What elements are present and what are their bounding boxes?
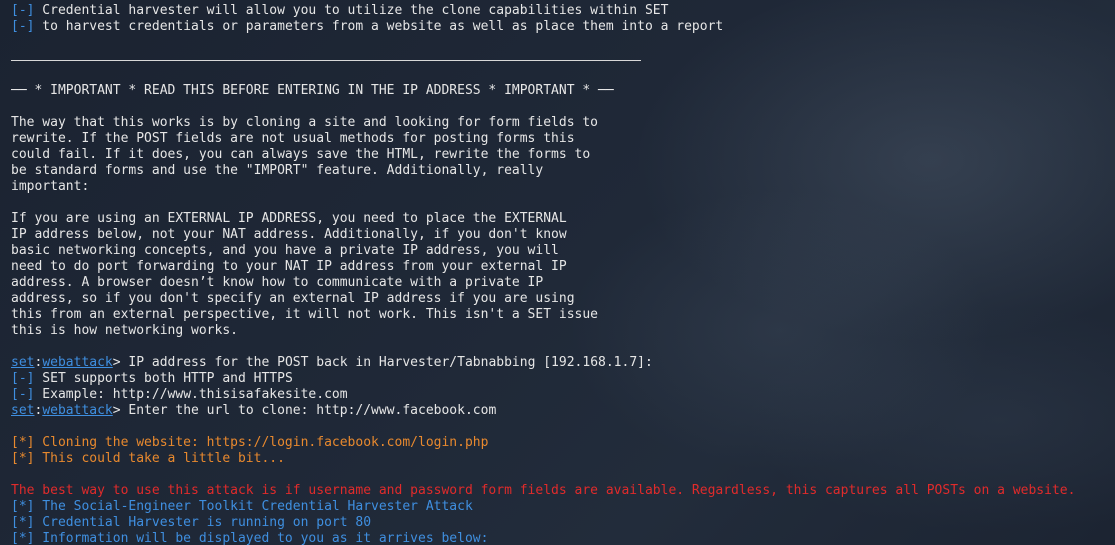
paragraph-2-line: If you are using an EXTERNAL IP ADDRESS,…	[11, 211, 567, 226]
paragraph-1-line: could fail. If it does, you can always s…	[11, 147, 591, 162]
terminal-window[interactable]: [-] Credential harvester will allow you …	[11, 3, 1111, 545]
paragraph-2-line: basic networking concepts, and you have …	[11, 243, 559, 258]
divider	[11, 51, 1111, 67]
paragraph-1-line: important:	[11, 179, 90, 194]
paragraph-2-line: need to do port forwarding to your NAT I…	[11, 259, 567, 274]
intro-text: Credential harvester will allow you to u…	[34, 3, 669, 18]
prompt-url-clone: set:webattack> Enter the url to clone: h…	[11, 403, 1111, 419]
harvester-status-line: [*] The Social-Engineer Toolkit Credenti…	[11, 499, 473, 514]
cloning-status-line: [*] Cloning the website: https://login.f…	[11, 435, 489, 450]
paragraph-1-line: rewrite. If the POST fields are not usua…	[11, 131, 575, 146]
harvester-status-line: [*] Credential Harvester is running on p…	[11, 515, 372, 530]
paragraph-2-line: address. A browser doesn’t know how to c…	[11, 275, 544, 290]
info-marker: [-]	[11, 3, 35, 18]
paragraph-2-line: IP address below, not your NAT address. …	[11, 227, 567, 242]
paragraph-1-line: The way that this works is by cloning a …	[11, 115, 598, 130]
important-banner: ── * IMPORTANT * READ THIS BEFORE ENTERI…	[11, 83, 614, 98]
paragraph-2-line: this is how networking works.	[11, 323, 238, 338]
warning-line: The best way to use this attack is if us…	[11, 483, 1076, 498]
prompt-set-label: set	[11, 403, 35, 418]
prompt-module-label: webattack	[42, 403, 113, 418]
paragraph-2-line: address, so if you don't specify an exte…	[11, 291, 575, 306]
intro-line-1: [-] Credential harvester will allow you …	[11, 3, 1111, 19]
prompt-ip-address: set:webattack> IP address for the POST b…	[11, 355, 1111, 371]
harvester-status-line: [*] Information will be displayed to you…	[11, 531, 489, 545]
info-text: SET supports both HTTP and HTTPS	[34, 371, 293, 386]
paragraph-2-line: this from an external perspective, it wi…	[11, 307, 598, 322]
info-marker: [-]	[11, 371, 35, 386]
info-line: [-] Example: http://www.thisisafakesite.…	[11, 387, 1111, 403]
prompt-text: > Enter the url to clone: http://www.fac…	[112, 403, 497, 418]
divider-rule	[11, 60, 641, 61]
intro-line-2: [-] to harvest credentials or parameters…	[11, 19, 1111, 35]
intro-text: to harvest credentials or parameters fro…	[34, 19, 724, 34]
prompt-set-label: set	[11, 355, 35, 370]
info-text: Example: http://www.thisisafakesite.com	[34, 387, 348, 402]
info-marker: [-]	[11, 19, 35, 34]
cloning-status-line: [*] This could take a little bit...	[11, 451, 285, 466]
prompt-text: > IP address for the POST back in Harves…	[112, 355, 653, 370]
info-marker: [-]	[11, 387, 35, 402]
prompt-module-label: webattack	[42, 355, 113, 370]
paragraph-1-line: be standard forms and use the "IMPORT" f…	[11, 163, 544, 178]
info-line: [-] SET supports both HTTP and HTTPS	[11, 371, 1111, 387]
